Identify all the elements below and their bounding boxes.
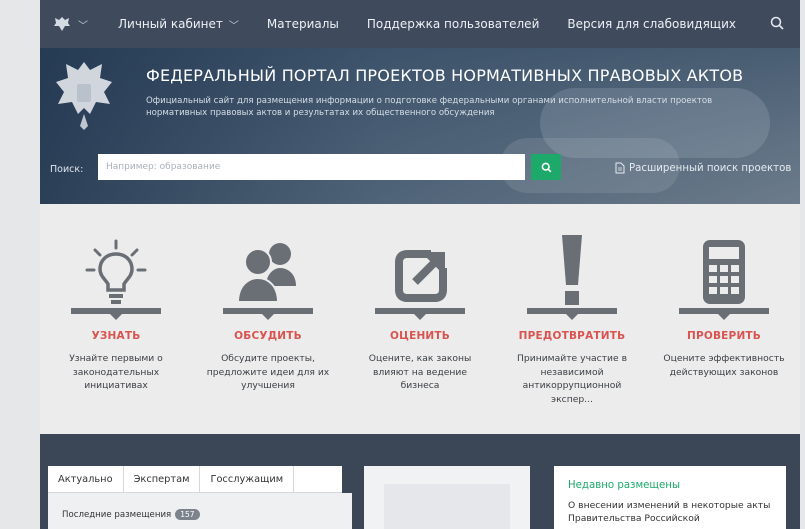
- tab-experts[interactable]: Экспертам: [124, 466, 201, 492]
- external-arrow-icon: [385, 228, 455, 308]
- search-icon: [541, 162, 551, 172]
- feature-description: Оцените эффективность действующих законо…: [663, 353, 785, 378]
- feature-evaluate[interactable]: ОЦЕНИТЬ Оцените, как законы влияют на ве…: [344, 228, 496, 434]
- feature-title: ОБСУДИТЬ: [234, 330, 302, 342]
- count-badge: 157: [175, 509, 200, 520]
- recent-postings-label: Последние размещения: [62, 509, 172, 520]
- feature-description: Оцените, как законы влияют на ведение би…: [368, 353, 472, 391]
- nav-accessible-version[interactable]: Версия для слабовидящих: [567, 17, 736, 31]
- chevron-down-icon: ﹀: [78, 20, 88, 32]
- feature-description: Узнайте первыми о законодательных инициа…: [69, 353, 163, 391]
- statistics-box: [384, 484, 510, 529]
- search-label: Поиск:: [50, 164, 84, 175]
- nav-materials-label: Материалы: [266, 17, 339, 31]
- recently-posted-panel: Недавно размещены О внесении изменений в…: [554, 466, 786, 529]
- feature-title: ПРОВЕРИТЬ: [686, 330, 762, 342]
- feature-description: Обсудите проекты, предложите идеи для их…: [206, 353, 330, 391]
- content-section: Актуально Экспертам Госслужащим Последни…: [40, 434, 800, 529]
- hero-banner: ФЕДЕРАЛЬНЫЙ ПОРТАЛ ПРОЕКТОВ НОРМАТИВНЫХ …: [40, 48, 800, 204]
- recently-posted-title: Недавно размещены: [568, 480, 680, 491]
- tab-content: Последние размещения 157: [48, 493, 352, 529]
- feature-divider: [679, 308, 769, 320]
- features-section: УЗНАТЬ Узнайте первыми о законодательных…: [40, 204, 800, 434]
- feature-title: ОЦЕНИТЬ: [390, 330, 450, 342]
- feature-divider: [223, 308, 313, 320]
- page-frame: ﹀ Личный кабинет ﹀ Материалы Поддержка п…: [40, 0, 800, 529]
- feature-divider: [527, 308, 617, 320]
- nav-personal-account-label: Личный кабинет: [118, 17, 223, 31]
- recently-posted-item[interactable]: О внесении изменений в некоторые акты Пр…: [568, 499, 772, 525]
- statistics-panel: [364, 466, 530, 529]
- feature-title: ПРЕДОТВРАТИТЬ: [518, 330, 626, 342]
- page-subtitle: Официальный сайт для размещения информац…: [146, 96, 713, 118]
- feature-divider: [375, 308, 465, 320]
- users-icon: [228, 228, 308, 308]
- nav-materials[interactable]: Материалы: [267, 17, 339, 31]
- feature-discuss[interactable]: ОБСУДИТЬ Обсудите проекты, предложите ид…: [192, 228, 344, 434]
- top-navigation: ﹀ Личный кабинет ﹀ Материалы Поддержка п…: [40, 0, 800, 48]
- nav-user-support[interactable]: Поддержка пользователей: [367, 17, 540, 31]
- feature-description: Принимайте участие в независимой антикор…: [516, 353, 627, 405]
- search-icon[interactable]: [770, 16, 784, 33]
- feature-title: УЗНАТЬ: [91, 330, 141, 342]
- emblem-menu[interactable]: ﹀: [52, 15, 88, 33]
- exclamation-icon: [552, 228, 592, 308]
- tab-bar: Актуально Экспертам Госслужащим: [48, 466, 342, 493]
- calculator-icon: [699, 228, 749, 308]
- nav-accessible-version-label: Версия для слабовидящих: [567, 17, 736, 31]
- lightbulb-icon: [81, 228, 151, 308]
- feature-check[interactable]: ПРОВЕРИТЬ Оцените эффективность действую…: [648, 228, 800, 434]
- projects-tabs-panel: Актуально Экспертам Госслужащим Последни…: [48, 466, 352, 529]
- nav-personal-account[interactable]: Личный кабинет ﹀: [118, 17, 239, 32]
- feature-learn[interactable]: УЗНАТЬ Узнайте первыми о законодательных…: [40, 228, 192, 434]
- document-icon: [615, 162, 625, 174]
- feature-prevent[interactable]: ПРЕДОТВРАТИТЬ Принимайте участие в незав…: [496, 228, 648, 434]
- advanced-search-link[interactable]: Расширенный поиск проектов: [615, 162, 791, 174]
- coat-of-arms-icon: [56, 62, 112, 130]
- feature-divider: [71, 308, 161, 320]
- page-title: ФЕДЕРАЛЬНЫЙ ПОРТАЛ ПРОЕКТОВ НОРМАТИВНЫХ …: [146, 66, 744, 85]
- chevron-down-icon: ﹀: [228, 20, 239, 32]
- coat-of-arms-icon: [52, 15, 72, 33]
- tab-civil-servants[interactable]: Госслужащим: [200, 466, 295, 492]
- search-button[interactable]: [531, 154, 561, 180]
- nav-user-support-label: Поддержка пользователей: [366, 17, 540, 31]
- recent-postings[interactable]: Последние размещения 157: [62, 509, 200, 520]
- tab-current[interactable]: Актуально: [48, 466, 124, 492]
- search-input[interactable]: [98, 154, 525, 180]
- advanced-search-label: Расширенный поиск проектов: [629, 162, 792, 174]
